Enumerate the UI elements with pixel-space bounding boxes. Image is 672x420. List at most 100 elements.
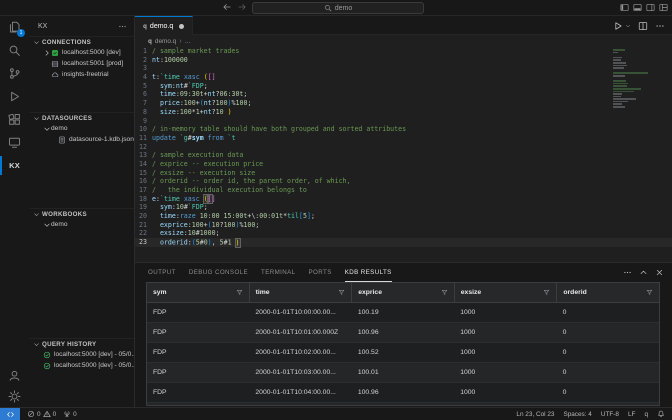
code-line-18[interactable]: 18e:`time xasc ([] xyxy=(135,195,672,204)
tree-item-label: demo xyxy=(51,221,68,228)
tree-item[interactable]: demo xyxy=(29,123,134,134)
run-dropdown-icon[interactable] xyxy=(625,23,631,29)
modified-dot-icon[interactable] xyxy=(179,24,184,29)
layout-customize-icon[interactable] xyxy=(659,3,668,12)
code-line-10[interactable]: 10/ in-memory table should have both gro… xyxy=(135,125,672,134)
table-row[interactable]: FDP2000-01-01T10:04:00.00...100.9610000 xyxy=(147,383,659,403)
status-indentation[interactable]: Spaces: 4 xyxy=(563,411,591,418)
table-row[interactable]: FDP2000-01-01T10:00:00.00...100.1910000 xyxy=(147,303,659,323)
filter-icon[interactable] xyxy=(236,289,243,296)
code-line-9[interactable]: 9 xyxy=(135,117,672,126)
code-editor[interactable]: 1/ sample market trades2nt:10000034t:`ti… xyxy=(135,47,672,262)
panel-more-button[interactable] xyxy=(623,268,632,277)
column-header-exprice[interactable]: exprice xyxy=(351,283,454,302)
editor-more-button[interactable] xyxy=(655,21,665,31)
code-line-17[interactable]: 17/ the individual execution belongs to xyxy=(135,186,672,195)
column-header-time[interactable]: time xyxy=(249,283,352,302)
status-eol[interactable]: LF xyxy=(628,411,635,418)
panel-tab-ports[interactable]: PORTS xyxy=(309,263,332,282)
code-text: exsize:10#1000; xyxy=(152,229,220,238)
table-cell: 2000-01-01T10:00:00.00... xyxy=(249,303,351,322)
code-line-21[interactable]: 21 exprice:100+(10?100)%100; xyxy=(135,221,672,230)
tree-item[interactable]: localhost:5000 [dev] - 05/0... xyxy=(29,360,134,371)
filter-icon[interactable] xyxy=(646,289,653,296)
run-file-button[interactable] xyxy=(613,21,623,31)
forward-arrow-icon[interactable] xyxy=(237,2,247,12)
panel-maximize-button[interactable] xyxy=(639,268,648,277)
status-encoding[interactable]: UTF-8 xyxy=(601,411,619,418)
code-line-3[interactable]: 3 xyxy=(135,64,672,73)
activity-item-explorer[interactable]: 1 xyxy=(0,16,29,39)
filter-icon[interactable] xyxy=(543,289,550,296)
code-line-7[interactable]: 7 price:100+(nt?100)%100; xyxy=(135,99,672,108)
code-line-1[interactable]: 1/ sample market trades xyxy=(135,47,672,56)
panel-tab-output[interactable]: OUTPUT xyxy=(148,263,176,282)
layout-sidebar-left-icon[interactable] xyxy=(620,3,629,12)
table-cell: 1000 xyxy=(454,363,556,382)
code-line-4[interactable]: 4t:`time xasc ([] xyxy=(135,73,672,82)
code-line-6[interactable]: 6 time:09:30t+nt?06:30t; xyxy=(135,90,672,99)
notifications-bell-icon[interactable] xyxy=(657,410,665,418)
code-line-15[interactable]: 15/ exsize -- execution size xyxy=(135,169,672,178)
panel-tab-debug-console[interactable]: DEBUG CONSOLE xyxy=(189,263,248,282)
code-line-11[interactable]: 11update `g#sym from `t xyxy=(135,134,672,143)
code-line-19[interactable]: 19 sym:10#`FDP; xyxy=(135,203,672,212)
column-header-sym[interactable]: sym xyxy=(147,283,249,302)
panel-tab-kdb-results[interactable]: KDB RESULTS xyxy=(345,263,392,282)
code-line-22[interactable]: 22 exsize:10#1000; xyxy=(135,229,672,238)
tab-demo-q[interactable]: q demo.q xyxy=(135,16,193,35)
section-header-query-history[interactable]: QUERY HISTORY xyxy=(29,338,134,349)
code-line-13[interactable]: 13/ sample execution data xyxy=(135,151,672,160)
status-language-mode[interactable]: q xyxy=(644,411,648,418)
layout-panel-icon[interactable] xyxy=(633,3,642,12)
column-header-orderid[interactable]: orderid xyxy=(556,283,659,302)
code-line-2[interactable]: 2nt:100000 xyxy=(135,56,672,65)
section-header-workbooks[interactable]: WORKBOOKS xyxy=(29,208,134,219)
sidebar-more-icon[interactable] xyxy=(118,22,127,31)
code-line-14[interactable]: 14/ exprice -- execution price xyxy=(135,160,672,169)
code-line-16[interactable]: 16/ orderid -- order id, the parent orde… xyxy=(135,177,672,186)
section-header-datasources[interactable]: DATASOURCES xyxy=(29,112,134,123)
code-line-8[interactable]: 8 size:100*1+nt?10 ) xyxy=(135,108,672,117)
activity-item-account[interactable] xyxy=(0,365,29,386)
layout-sidebar-right-icon[interactable] xyxy=(646,3,655,12)
panel-close-button[interactable] xyxy=(655,268,664,277)
filter-icon[interactable] xyxy=(441,289,448,296)
activity-item-kx[interactable]: KX xyxy=(0,154,29,177)
activity-item-settings[interactable] xyxy=(0,386,29,407)
section-header-connections[interactable]: CONNECTIONS xyxy=(29,36,134,47)
tree-item[interactable]: insights-freetrial xyxy=(29,69,134,80)
activity-item-source-control[interactable] xyxy=(0,62,29,85)
table-row[interactable]: FDP2000-01-01T10:03:00.00...100.0110000 xyxy=(147,363,659,383)
problems-status[interactable]: 0 0 xyxy=(27,410,56,418)
table-cell: 2000-01-01T10:0... xyxy=(249,403,351,406)
tree-item[interactable]: demo xyxy=(29,219,134,230)
code-line-5[interactable]: 5 sym:nt#`FDP; xyxy=(135,82,672,91)
minimap[interactable] xyxy=(613,49,659,109)
breadcrumb[interactable]: q demo.q › … xyxy=(135,35,672,47)
table-row[interactable]: FDP2000-01-01T10:01:00.000Z100.9610000 xyxy=(147,323,659,343)
panel-tab-terminal[interactable]: TERMINAL xyxy=(261,263,296,282)
ports-status[interactable]: 0 xyxy=(63,410,77,418)
tree-item[interactable]: localhost:5000 [dev] - 05/0... xyxy=(29,349,134,360)
split-editor-button[interactable] xyxy=(638,21,648,31)
activity-item-remote-explorer[interactable] xyxy=(0,131,29,154)
table-row[interactable]: FDP2000-01-01T10:02:00.00...100.5210000 xyxy=(147,343,659,363)
table-row[interactable]: FDP2000-01-01T10:0...100...10000 xyxy=(147,403,659,406)
remote-indicator[interactable] xyxy=(0,408,20,420)
activity-item-search[interactable] xyxy=(0,39,29,62)
code-line-12[interactable]: 12 xyxy=(135,143,672,152)
command-center-search[interactable]: demo xyxy=(252,2,424,14)
activity-item-run-debug[interactable] xyxy=(0,85,29,108)
back-arrow-icon[interactable] xyxy=(222,2,232,12)
tree-item[interactable]: localhost:5001 [prod] xyxy=(29,58,134,69)
activity-item-extensions[interactable] xyxy=(0,108,29,131)
code-line-23[interactable]: 23 orderid:(5#0), 5#1 ) xyxy=(135,238,672,247)
status-cursor-position[interactable]: Ln 23, Col 23 xyxy=(516,411,554,418)
tree-item[interactable]: localhost:5000 [dev] xyxy=(29,47,134,58)
code-line-20[interactable]: 20 time:raze 10:00 15:00t+\:00:01t*til[5… xyxy=(135,212,672,221)
column-header-exsize[interactable]: exsize xyxy=(454,283,557,302)
tree-item[interactable]: datasource-1.kdb.json xyxy=(29,134,134,145)
filter-icon[interactable] xyxy=(338,289,345,296)
server-connected-icon xyxy=(51,49,59,57)
